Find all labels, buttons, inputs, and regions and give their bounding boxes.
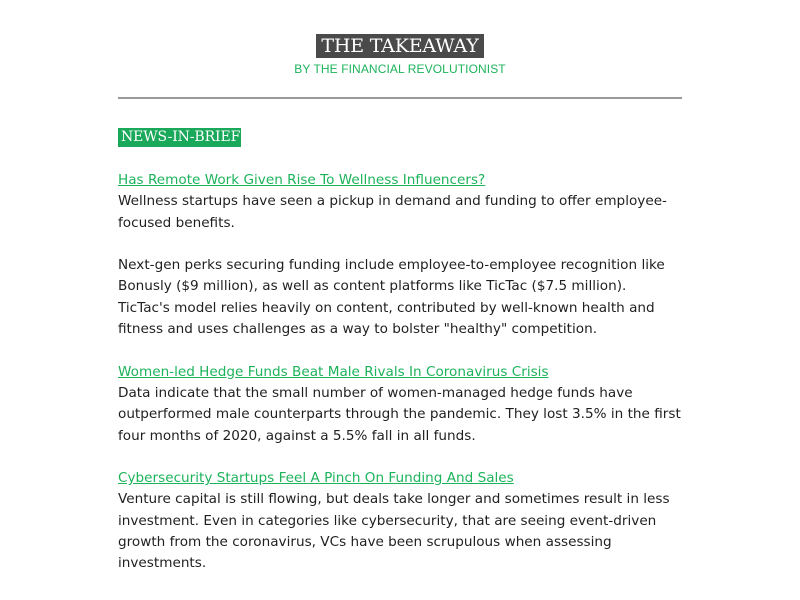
news-body-cybersecurity: Venture capital is still flowing, but de… xyxy=(118,491,670,572)
news-body-hedge-funds: Data indicate that the small number of w… xyxy=(118,384,681,444)
headline-link-cybersecurity[interactable]: Cybersecurity Startups Feel A Pinch On F… xyxy=(118,468,682,489)
news-body-perks: Next-gen perks securing funding include … xyxy=(118,257,665,338)
newsletter-byline: BY THE FINANCIAL REVOLUTIONIST xyxy=(294,62,506,76)
news-item-cybersecurity: Cybersecurity Startups Feel A Pinch On F… xyxy=(118,468,682,574)
news-item-wellness: Has Remote Work Given Rise To Wellness I… xyxy=(118,170,682,234)
news-item-hedge-funds: Women-led Hedge Funds Beat Male Rivals I… xyxy=(118,362,682,447)
news-item-perks: Next-gen perks securing funding include … xyxy=(118,255,682,340)
newsletter-title: THE TAKEAWAY xyxy=(316,34,484,58)
headline-link-hedge-funds[interactable]: Women-led Hedge Funds Beat Male Rivals I… xyxy=(118,362,682,383)
news-list: Has Remote Work Given Rise To Wellness I… xyxy=(118,170,682,596)
header-divider xyxy=(118,97,682,99)
news-body-wellness: Wellness startups have seen a pickup in … xyxy=(118,193,667,231)
section-label: NEWS-IN-BRIEF xyxy=(118,128,242,147)
masthead: THE TAKEAWAY BY THE FINANCIAL REVOLUTION… xyxy=(0,34,800,76)
headline-link-wellness[interactable]: Has Remote Work Given Rise To Wellness I… xyxy=(118,170,682,191)
